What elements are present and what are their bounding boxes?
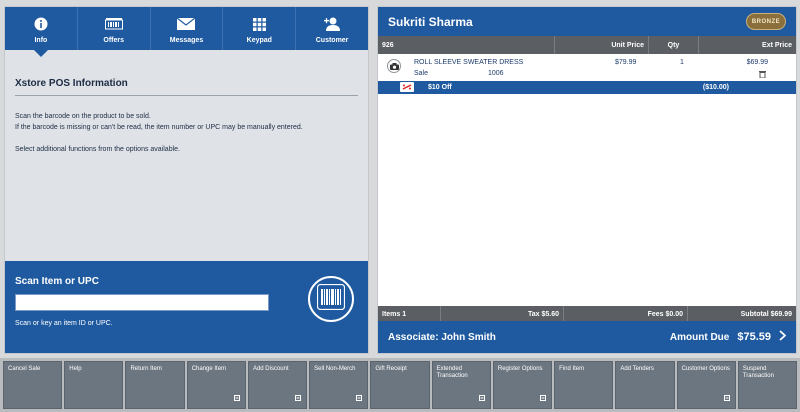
button-label: Help — [69, 366, 82, 372]
tab-label: Customer — [315, 37, 349, 44]
info-icon — [34, 17, 48, 31]
customer-name[interactable]: Sukriti Sharma — [388, 15, 473, 29]
tax-total: Tax $5.60 — [441, 306, 564, 322]
discount-label: $10 Off — [428, 84, 452, 91]
button-label: Register Options — [497, 366, 543, 372]
info-line-1: Scan the barcode on the product to be so… — [15, 113, 151, 120]
change-item-button[interactable]: Change Item — [186, 361, 246, 409]
button-label: Add Tenders — [620, 366, 654, 372]
info-panel: Info Offers Messages Keypad Customer Xst… — [4, 6, 369, 354]
associate-name: Associate: John Smith — [388, 331, 496, 343]
extended-transaction-button[interactable]: Extended Transaction — [431, 361, 491, 409]
info-line-3: Select additional functions from the opt… — [15, 146, 180, 153]
tab-offers[interactable]: Offers — [78, 7, 151, 50]
item-qty: 1 — [680, 59, 684, 66]
button-label: Add Discount — [252, 366, 289, 372]
barcode-scan-button[interactable] — [308, 276, 354, 322]
column-qty: Qty — [649, 36, 699, 54]
line-item[interactable]: ROLL SLEEVE SWEATER DRESS Sale 1006 $79.… — [378, 54, 796, 81]
loyalty-badge: BRONZE — [746, 13, 786, 30]
tab-customer[interactable]: Customer — [296, 7, 368, 50]
envelope-icon — [177, 17, 196, 31]
button-label: Suspend Transaction — [742, 366, 774, 379]
item-unit-price: $79.99 — [615, 59, 637, 66]
tab-bar: Info Offers Messages Keypad Customer — [5, 7, 368, 57]
submenu-icon — [540, 395, 547, 404]
action-bar: Cancel Sale Help Return Item Change Item… — [0, 358, 800, 412]
info-title: Xstore POS Information — [15, 78, 358, 96]
button-label: Change Item — [191, 366, 227, 372]
gift-receipt-button[interactable]: Gift Receipt — [370, 361, 430, 409]
help-button[interactable]: Help — [64, 361, 124, 409]
info-content: Xstore POS Information Scan the barcode … — [5, 50, 368, 155]
tab-label: Offers — [103, 37, 124, 44]
column-unit-price: Unit Price — [555, 36, 649, 54]
totals-bar: Items 1 Tax $5.60 Fees $0.00 Subtotal $6… — [378, 306, 796, 322]
submenu-icon — [295, 395, 302, 404]
items-count: Items 1 — [378, 306, 441, 322]
button-label: Extended Transaction — [436, 366, 468, 379]
button-label: Customer Options — [681, 366, 730, 372]
button-label: Return Item — [130, 366, 162, 372]
scan-input[interactable] — [15, 294, 269, 311]
trash-icon[interactable] — [759, 71, 766, 80]
transaction-panel: Sukriti Sharma BRONZE 926 Unit Price Qty… — [377, 6, 797, 354]
submenu-icon — [233, 395, 240, 404]
amount-due-value: $75.59 — [737, 331, 771, 343]
tab-messages[interactable]: Messages — [151, 7, 224, 50]
register-options-button[interactable]: Register Options — [492, 361, 553, 409]
submenu-icon — [478, 395, 485, 404]
cancel-sale-button[interactable]: Cancel Sale — [3, 361, 63, 409]
keypad-icon — [252, 17, 266, 31]
add-discount-button[interactable]: Add Discount — [247, 361, 308, 409]
sell-non-merch-button[interactable]: Sell Non-Merch — [309, 361, 369, 409]
column-header: 926 Unit Price Qty Ext Price — [378, 36, 796, 54]
offers-icon — [104, 17, 123, 31]
button-label: Cancel Sale — [8, 366, 41, 372]
tab-label: Messages — [169, 37, 204, 44]
button-label: Gift Receipt — [375, 366, 407, 372]
amount-due[interactable]: Amount Due $75.59 — [669, 330, 787, 344]
item-description: ROLL SLEEVE SWEATER DRESS — [414, 59, 524, 66]
discount-amount: ($10.00) — [702, 84, 729, 91]
camera-icon[interactable] — [387, 59, 401, 73]
button-label: Find Item — [559, 366, 585, 372]
tab-label: Info — [34, 37, 48, 44]
amount-due-bar[interactable]: Associate: John Smith Amount Due $75.59 — [378, 321, 796, 353]
customer-options-button[interactable]: Customer Options — [676, 361, 736, 409]
barcode-icon — [316, 283, 346, 315]
scan-hint: Scan or key an item ID or UPC. — [15, 320, 113, 327]
tab-info[interactable]: Info — [5, 7, 78, 57]
customer-header: Sukriti Sharma BRONZE — [378, 7, 796, 36]
subtotal: Subtotal $69.99 — [740, 310, 792, 318]
button-label: Sell Non-Merch — [314, 366, 356, 372]
amount-due-label: Amount Due — [669, 331, 730, 343]
tab-label: Keypad — [246, 37, 272, 44]
discount-tag-icon — [400, 82, 414, 92]
scan-section: Scan Item or UPC Scan or key an item ID … — [5, 261, 368, 353]
find-item-button[interactable]: Find Item — [554, 361, 614, 409]
suspend-transaction-button[interactable]: Suspend Transaction — [737, 361, 798, 409]
fees-total: Fees $0.00 — [564, 306, 688, 322]
column-transaction-id: 926 — [378, 36, 555, 54]
item-ext-price: $69.99 — [746, 59, 768, 66]
submenu-icon — [356, 395, 363, 404]
info-line-2: If the barcode is missing or can't be re… — [15, 124, 303, 131]
add-tenders-button[interactable]: Add Tenders — [615, 361, 675, 409]
tab-keypad[interactable]: Keypad — [223, 7, 297, 50]
item-type: Sale — [414, 70, 429, 77]
discount-row[interactable]: $10 Off ($10.00) — [378, 81, 796, 94]
column-ext-price: Ext Price — [762, 41, 792, 49]
return-item-button[interactable]: Return Item — [125, 361, 185, 409]
add-customer-icon — [324, 17, 341, 31]
chevron-right-icon — [779, 330, 787, 344]
submenu-icon — [723, 395, 730, 404]
scan-title: Scan Item or UPC — [15, 276, 99, 287]
item-code: 1006 — [488, 70, 504, 77]
